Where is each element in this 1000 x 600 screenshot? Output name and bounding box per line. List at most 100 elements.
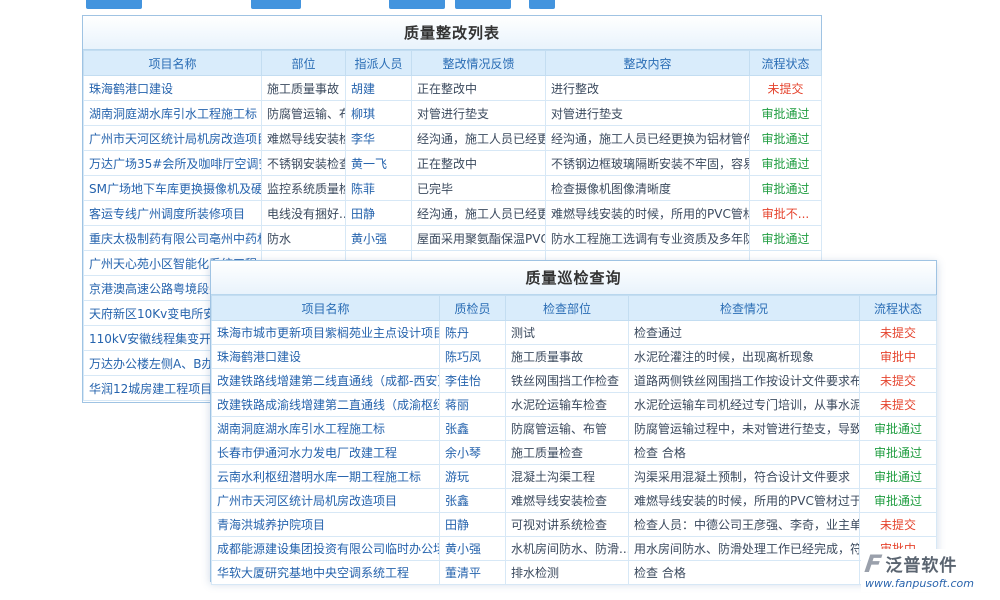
project-name-cell[interactable]: 青海洪城养护院项目: [212, 513, 440, 537]
data-cell: 可视对讲系统检查: [506, 513, 629, 537]
column-header: 项目名称: [212, 296, 440, 321]
table-row[interactable]: 广州市天河区统计局机房改造项目难燃导线安装检查李华经沟通，施工人员已经更换...…: [84, 126, 822, 151]
table-row[interactable]: 云南水利枢纽潜明水库一期工程施工标游玩混凝土沟渠工程沟渠采用混凝土预制，符合设计…: [212, 465, 937, 489]
table-row[interactable]: 改建铁路线增建第二线直通线（成都-西安）电...李佳怡铁丝网围挡工作检查道路两侧…: [212, 369, 937, 393]
rectification-window-title: 质量整改列表: [83, 16, 821, 50]
toolbar-button-fragment[interactable]: [251, 0, 301, 9]
data-cell: 正在整改中: [412, 76, 546, 101]
status-cell: 审批不...: [750, 201, 822, 226]
project-name-cell[interactable]: 客运专线广州调度所装修项目: [84, 201, 262, 226]
inspection-window-title: 质量巡检查询: [211, 261, 936, 295]
data-cell: 难燃导线安装的时候，所用的PVC管材过于软...: [629, 489, 860, 513]
table-row[interactable]: 珠海市城市更新项目紫榈苑业主点设计项目陈丹测试检查通过未提交: [212, 321, 937, 345]
inspection-table: 项目名称质检员检查部位检查情况流程状态 珠海市城市更新项目紫榈苑业主点设计项目陈…: [211, 295, 937, 585]
fanpu-logo: F 泛普软件 www.fanpusoft.com: [861, 549, 978, 592]
column-header: 整改内容: [546, 51, 750, 76]
data-cell: 检查 合格: [629, 561, 860, 585]
data-cell: 经沟通，施工人员已经更换...: [412, 126, 546, 151]
data-cell: 经沟通，施工人员已经更换为铝材管件。: [546, 126, 750, 151]
table-row[interactable]: 珠海鹤港口建设陈巧凤施工质量事故水泥砼灌注的时候，出现离析现象审批中: [212, 345, 937, 369]
data-cell: 检查人员：中德公司王彦强、李奇，业主单位...: [629, 513, 860, 537]
data-cell: 黄小强: [346, 226, 412, 251]
table-row[interactable]: 湖南洞庭湖水库引水工程施工标张鑫防腐管运输、布管防腐管运输过程中，未对管进行垫支…: [212, 417, 937, 441]
data-cell: 施工质量事故: [506, 345, 629, 369]
data-cell: 排水检测: [506, 561, 629, 585]
project-name-cell[interactable]: 珠海市城市更新项目紫榈苑业主点设计项目: [212, 321, 440, 345]
data-cell: 难燃导线安装检查: [262, 126, 346, 151]
table-row[interactable]: SM广场地下车库更换摄像机及硬盘项目监控系统质量检查陈菲已完毕检查摄像机图像清晰…: [84, 176, 822, 201]
project-name-cell[interactable]: 重庆太极制药有限公司亳州中药材仓储...: [84, 226, 262, 251]
data-cell: 防腐管运输、布管: [506, 417, 629, 441]
data-cell: 防腐管运输过程中，未对管进行垫支，导致管...: [629, 417, 860, 441]
table-row[interactable]: 重庆太极制药有限公司亳州中药材仓储...防水黄小强屋面采用聚氨酯保温PVC卷材.…: [84, 226, 822, 251]
data-cell: 李佳怡: [440, 369, 506, 393]
data-cell: 张鑫: [440, 489, 506, 513]
project-name-cell[interactable]: 珠海鹤港口建设: [212, 345, 440, 369]
data-cell: 胡建: [346, 76, 412, 101]
data-cell: 铁丝网围挡工作检查: [506, 369, 629, 393]
project-name-cell[interactable]: 广州市天河区统计局机房改造项目: [84, 126, 262, 151]
project-name-cell[interactable]: 云南水利枢纽潜明水库一期工程施工标: [212, 465, 440, 489]
data-cell: 柳琪: [346, 101, 412, 126]
table-row[interactable]: 华软大厦研究基地中央空调系统工程董清平排水检测检查 合格审批通过: [212, 561, 937, 585]
data-cell: 已完毕: [412, 176, 546, 201]
project-name-cell[interactable]: SM广场地下车库更换摄像机及硬盘项目: [84, 176, 262, 201]
toolbar-button-fragment[interactable]: [529, 0, 555, 9]
toolbar-button-fragment[interactable]: [455, 0, 511, 9]
project-name-cell[interactable]: 改建铁路成渝线增建第二直通线（成渝枢纽）: [212, 393, 440, 417]
data-cell: 黄小强: [440, 537, 506, 561]
data-cell: 检查通过: [629, 321, 860, 345]
project-name-cell[interactable]: 珠海鹤港口建设: [84, 76, 262, 101]
table-row[interactable]: 青海洪城养护院项目田静可视对讲系统检查检查人员：中德公司王彦强、李奇，业主单位.…: [212, 513, 937, 537]
status-cell: 未提交: [860, 513, 937, 537]
project-name-cell[interactable]: 改建铁路线增建第二线直通线（成都-西安）电...: [212, 369, 440, 393]
status-cell: 未提交: [860, 369, 937, 393]
data-cell: 黄一飞: [346, 151, 412, 176]
column-header: 流程状态: [750, 51, 822, 76]
table-row[interactable]: 客运专线广州调度所装修项目电线没有捆好...田静经沟通，施工人员已经更换...难…: [84, 201, 822, 226]
inspection-header-row: 项目名称质检员检查部位检查情况流程状态: [212, 296, 937, 321]
data-cell: 施工质量检查: [506, 441, 629, 465]
toolbar-button-fragment[interactable]: [86, 0, 142, 9]
table-row[interactable]: 成都能源建设集团投资有限公司临时办公场所黄小强水机房间防水、防滑...用水房间防…: [212, 537, 937, 561]
data-cell: 防腐管运输、布管: [262, 101, 346, 126]
data-cell: 检查摄像机图像清晰度: [546, 176, 750, 201]
data-cell: 用水房间防水、防滑处理工作已经完成，符合...: [629, 537, 860, 561]
status-cell: 审批通过: [860, 441, 937, 465]
data-cell: 难燃导线安装的时候，所用的PVC管材过于软...: [546, 201, 750, 226]
column-header: 指派人员: [346, 51, 412, 76]
status-cell: 审批通过: [860, 417, 937, 441]
data-cell: 陈巧凤: [440, 345, 506, 369]
table-row[interactable]: 长春市伊通河水力发电厂改建工程余小琴施工质量检查检查 合格审批通过: [212, 441, 937, 465]
table-row[interactable]: 广州市天河区统计局机房改造项目张鑫难燃导线安装检查难燃导线安装的时候，所用的PV…: [212, 489, 937, 513]
project-name-cell[interactable]: 湖南洞庭湖水库引水工程施工标: [84, 101, 262, 126]
data-cell: 游玩: [440, 465, 506, 489]
project-name-cell[interactable]: 万达广场35#会所及咖啡厅空调安装工程: [84, 151, 262, 176]
data-cell: 难燃导线安装检查: [506, 489, 629, 513]
table-row[interactable]: 湖南洞庭湖水库引水工程施工标防腐管运输、布管柳琪对管进行垫支对管进行垫支审批通过: [84, 101, 822, 126]
project-name-cell[interactable]: 成都能源建设集团投资有限公司临时办公场所: [212, 537, 440, 561]
data-cell: 田静: [346, 201, 412, 226]
project-name-cell[interactable]: 华软大厦研究基地中央空调系统工程: [212, 561, 440, 585]
column-header: 检查情况: [629, 296, 860, 321]
table-row[interactable]: 改建铁路成渝线增建第二直通线（成渝枢纽）蒋丽水泥砼运输车检查水泥砼运输车司机经过…: [212, 393, 937, 417]
logo-brand-name: 泛普软件: [885, 551, 957, 576]
toolbar-button-fragment[interactable]: [389, 0, 445, 9]
data-cell: 董清平: [440, 561, 506, 585]
project-name-cell[interactable]: 湖南洞庭湖水库引水工程施工标: [212, 417, 440, 441]
column-header: 质检员: [440, 296, 506, 321]
data-cell: 对管进行垫支: [412, 101, 546, 126]
status-cell: 审批通过: [860, 465, 937, 489]
data-cell: 不锈钢安装检查: [262, 151, 346, 176]
logo-url[interactable]: www.fanpusoft.com: [865, 577, 974, 590]
status-cell: 审批中: [860, 345, 937, 369]
data-cell: 不锈钢边框玻璃隔断安装不牢固，容易松动且...: [546, 151, 750, 176]
status-cell: 审批通过: [750, 126, 822, 151]
table-row[interactable]: 珠海鹤港口建设施工质量事故胡建正在整改中进行整改未提交: [84, 76, 822, 101]
project-name-cell[interactable]: 广州市天河区统计局机房改造项目: [212, 489, 440, 513]
table-row[interactable]: 万达广场35#会所及咖啡厅空调安装工程不锈钢安装检查黄一飞正在整改中不锈钢边框玻…: [84, 151, 822, 176]
project-name-cell[interactable]: 长春市伊通河水力发电厂改建工程: [212, 441, 440, 465]
data-cell: 正在整改中: [412, 151, 546, 176]
column-header: 检查部位: [506, 296, 629, 321]
data-cell: 经沟通，施工人员已经更换...: [412, 201, 546, 226]
